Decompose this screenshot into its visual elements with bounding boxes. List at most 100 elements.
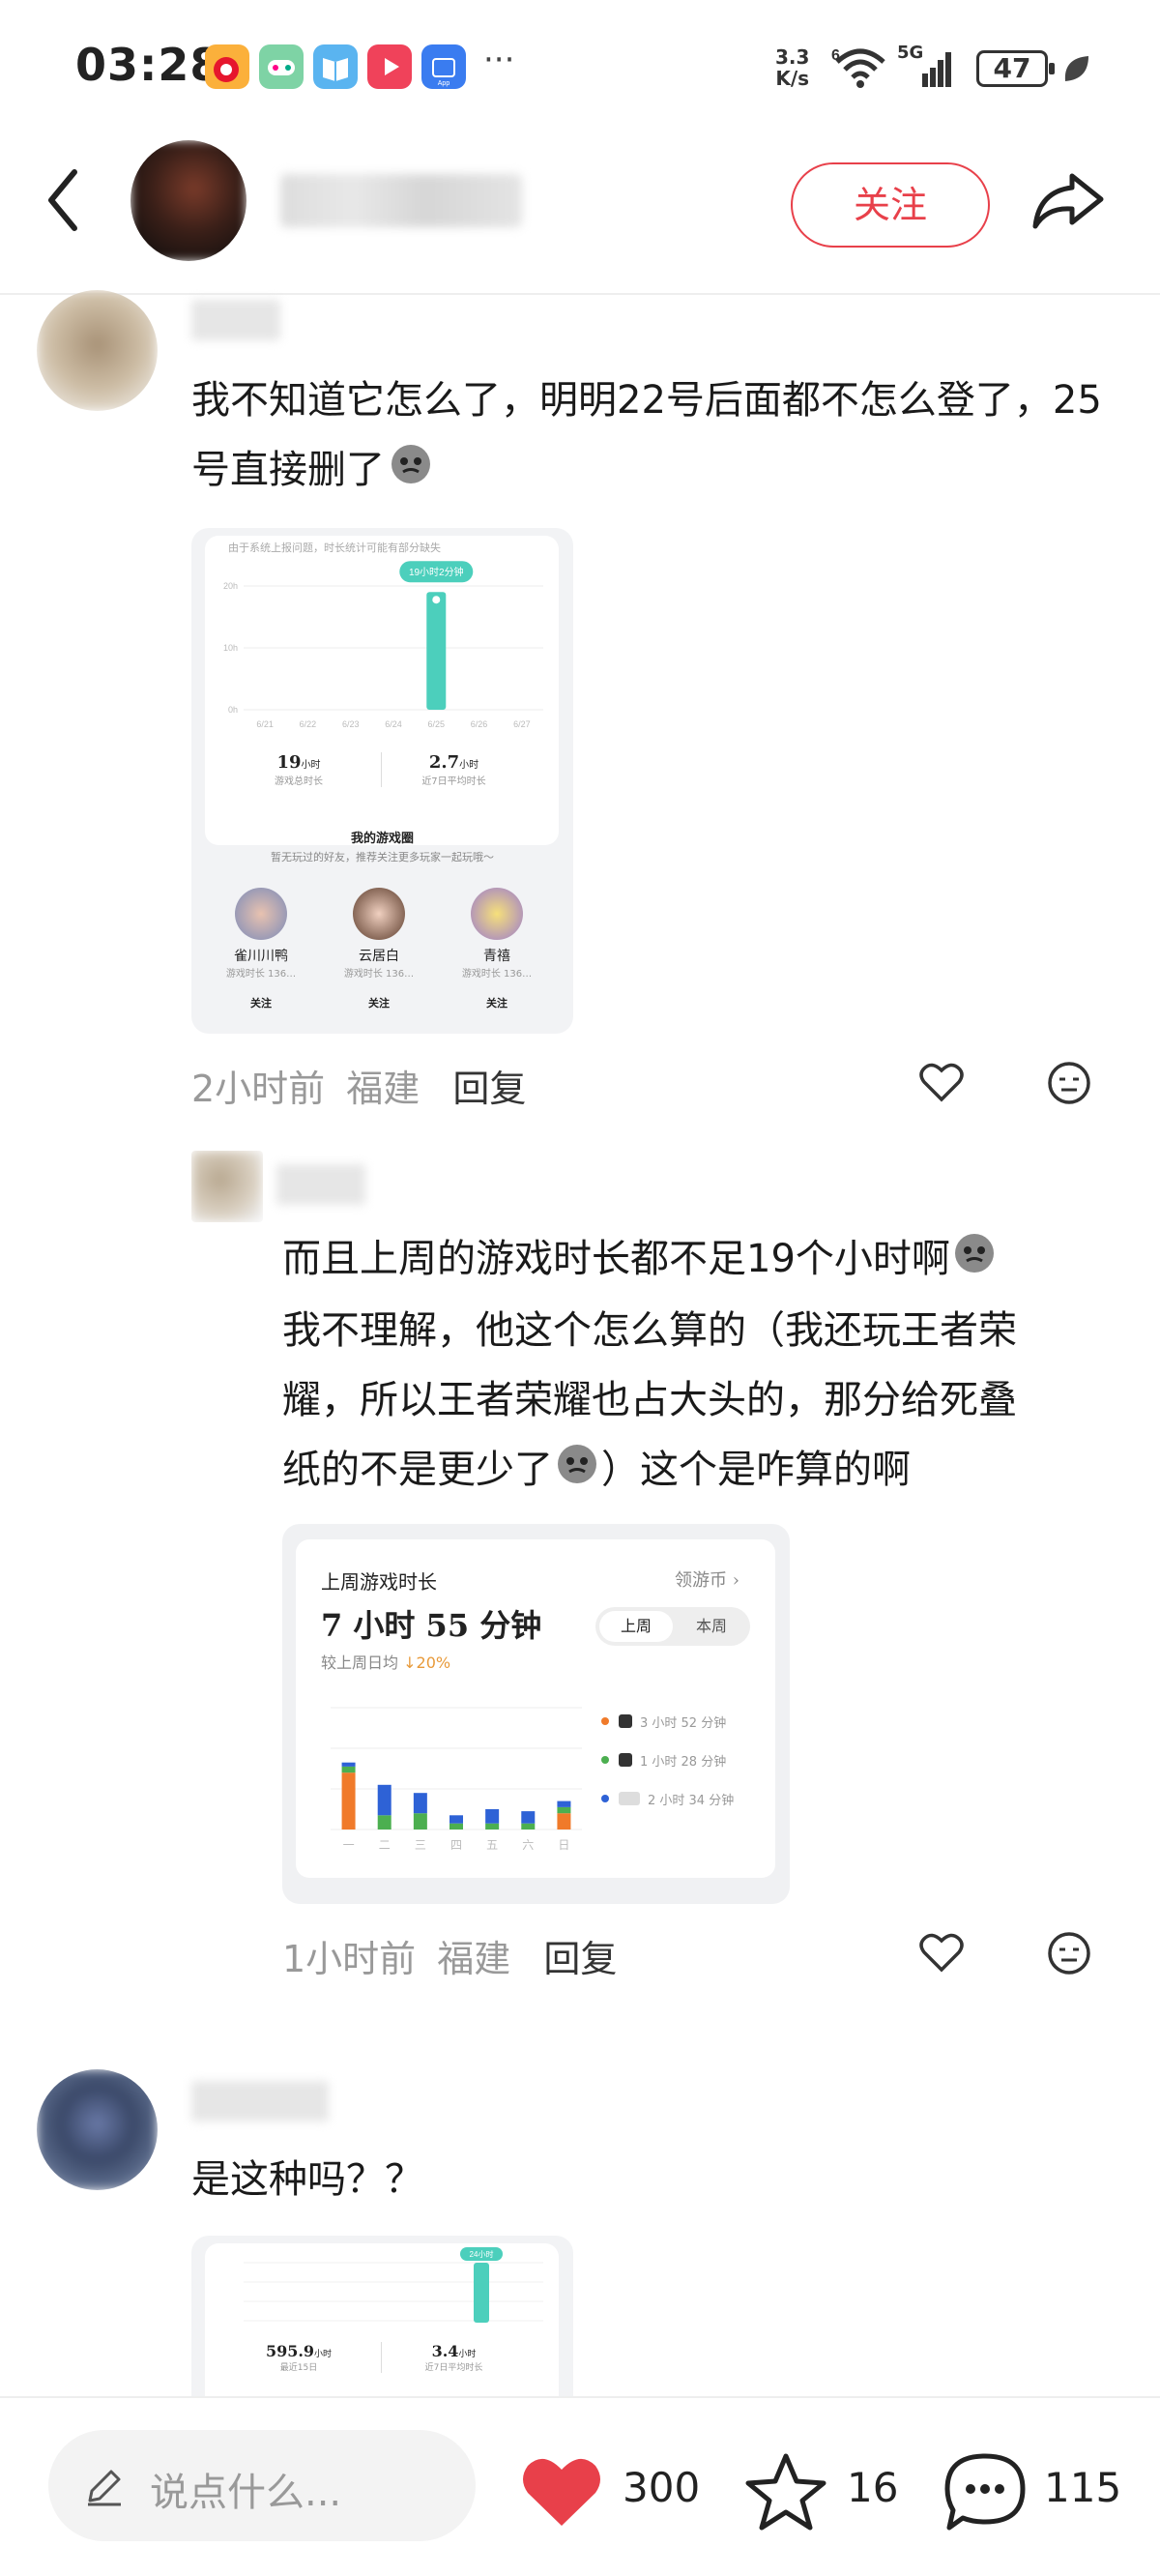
chart-bar-segment (413, 1813, 427, 1830)
status-time: 03:28 (75, 39, 222, 91)
y-tick-label: 0h (228, 705, 238, 715)
week-toggle[interactable]: 上周 本周 (595, 1607, 750, 1646)
star-icon[interactable] (742, 2450, 829, 2533)
commenter-name[interactable] (191, 2081, 329, 2122)
emoji-react-icon[interactable] (1047, 1061, 1091, 1105)
y-tick-label: 10h (223, 643, 238, 653)
comment-location: 福建 (346, 1068, 420, 1110)
battery-indicator: 47 (976, 50, 1055, 87)
player-card[interactable]: 青禧 游戏时长 136… 关注 (450, 888, 543, 1010)
weekly-playtime-chart: 一二三四五六日 (331, 1707, 582, 1852)
commenter-avatar[interactable] (37, 2069, 158, 2190)
commenter-name[interactable] (276, 1164, 365, 1205)
comment-text: 是这种吗？？ (191, 2157, 423, 2202)
comment-image[interactable]: 上周游戏时长 领游币 › 7 小时 55 分钟 较上周日均 ↓20% 上周 本周… (282, 1524, 790, 1904)
wifi-icon: 6 (831, 47, 885, 88)
x-tick-label: 6/27 (513, 719, 531, 729)
chart-bar-segment (557, 1813, 571, 1830)
comment-time: 2小时前 (191, 1068, 326, 1110)
emoji-icon (389, 437, 433, 507)
x-tick-label: 五 (486, 1838, 498, 1852)
emoji-react-icon[interactable] (1047, 1931, 1091, 1976)
player-follow-button[interactable]: 关注 (333, 995, 425, 1010)
comment-time: 1小时前 (282, 1938, 417, 1980)
player-avatar (353, 888, 405, 940)
reader-app-icon (313, 44, 358, 89)
tooltip-text: 19小时2分钟 (409, 566, 464, 578)
legend-item: 3 小时 52 分钟 (601, 1702, 775, 1741)
chart-bar-segment (413, 1793, 427, 1814)
coins-link[interactable]: 领游币 › (675, 1566, 740, 1592)
x-tick-label: 6/22 (300, 719, 317, 729)
daily-playtime-chart: 24小时 (244, 2247, 543, 2323)
emoji-icon (952, 1226, 997, 1296)
comment-meta: 2小时前 福建 回复 (191, 1059, 526, 1112)
author-avatar[interactable] (130, 140, 246, 261)
player-card[interactable]: 雀川川鸭 游戏时长 136… 关注 (215, 888, 307, 1010)
comment-image[interactable]: 24小时 595.9小时 最近15日 3.4小时 近7日平均时长 (191, 2236, 573, 2396)
tab-this-week[interactable]: 本周 (675, 1611, 748, 1642)
x-tick-label: 6/21 (256, 719, 274, 729)
x-tick-label: 6/24 (385, 719, 402, 729)
x-tick-label: 四 (450, 1838, 462, 1852)
chart-bar-segment (521, 1811, 536, 1824)
comment-location: 福建 (437, 1938, 511, 1980)
commenter-name[interactable] (191, 300, 280, 340)
leaf-icon (1064, 56, 1088, 81)
x-tick-label: 6/26 (471, 719, 488, 729)
chart-bar (474, 2263, 489, 2323)
more-notifications-icon: ··· (483, 41, 515, 79)
chart-bar-segment (341, 1772, 356, 1830)
comment-image[interactable]: 由于系统上报问题，时长统计可能有部分缺失 20h 10h 0h 6/21 6/22 6/2… (191, 528, 573, 1034)
heart-filled-icon[interactable] (518, 2452, 605, 2530)
game-app-icon (259, 44, 304, 89)
chart-bar-segment (485, 1809, 500, 1824)
back-button[interactable] (44, 166, 82, 234)
total-playtime: 7 小时 55 分钟 (321, 1607, 542, 1644)
emoji-icon (555, 1437, 599, 1507)
x-tick-label: 二 (379, 1838, 391, 1852)
reply-button[interactable]: 回复 (452, 1068, 526, 1110)
follow-button[interactable]: 关注 (791, 162, 990, 248)
comment-count: 115 (1044, 2464, 1122, 2511)
share-icon[interactable] (1030, 166, 1107, 234)
chart-bar-segment (521, 1823, 536, 1830)
chart-bar-segment (377, 1784, 392, 1816)
x-tick-label: 6/23 (342, 719, 360, 729)
svg-text:App: App (438, 80, 450, 87)
x-tick-label: 六 (522, 1838, 534, 1852)
x-tick-label: 三 (415, 1838, 426, 1852)
player-follow-button[interactable]: 关注 (215, 995, 307, 1010)
legend-item: 1 小时 28 分钟 (601, 1741, 775, 1779)
game-circle-title: 我的游戏圈 (350, 832, 414, 846)
comment-text: 我不知道它怎么了，明明22号后面都不怎么登了，25号直接删了 (191, 366, 1119, 507)
author-name[interactable] (280, 174, 522, 227)
chart-bar-segment (377, 1815, 392, 1830)
legend-item: 2 小时 34 分钟 (601, 1779, 775, 1818)
chart-bar-segment (557, 1806, 571, 1814)
comment-input-placeholder: 说点什么... (150, 2471, 342, 2515)
weibo-app-icon (205, 44, 249, 89)
comment-bubble-icon[interactable] (942, 2450, 1029, 2533)
chart-bar-segment (341, 1762, 356, 1767)
total-time-stat: 595.9小时 最近15日 (265, 2342, 333, 2373)
reply-button[interactable]: 回复 (543, 1938, 617, 1980)
x-tick-label: 6/25 (428, 719, 446, 729)
comment-meta: 1小时前 福建 回复 (282, 1929, 617, 1982)
game-circle-subtitle: 暂无玩过的好友，推荐关注更多玩家一起玩哦～ (271, 851, 494, 864)
bar-marker (430, 594, 443, 606)
chart-bar-segment (450, 1823, 463, 1830)
commenter-avatar[interactable] (191, 1151, 263, 1222)
like-icon[interactable] (918, 1931, 965, 1974)
app-market-icon: App (421, 44, 466, 89)
commenter-avatar[interactable] (37, 290, 158, 411)
compare-label: 较上周日均 ↓20% (321, 1654, 451, 1672)
like-count: 300 (623, 2464, 701, 2511)
star-count: 16 (847, 2464, 899, 2511)
player-follow-button[interactable]: 关注 (450, 995, 543, 1010)
like-icon[interactable] (918, 1061, 965, 1103)
x-tick-label: 日 (558, 1838, 569, 1852)
player-card[interactable]: 云居白 游戏时长 136… 关注 (333, 888, 425, 1010)
tab-last-week[interactable]: 上周 (599, 1611, 673, 1642)
chart-bar-segment (485, 1823, 500, 1830)
